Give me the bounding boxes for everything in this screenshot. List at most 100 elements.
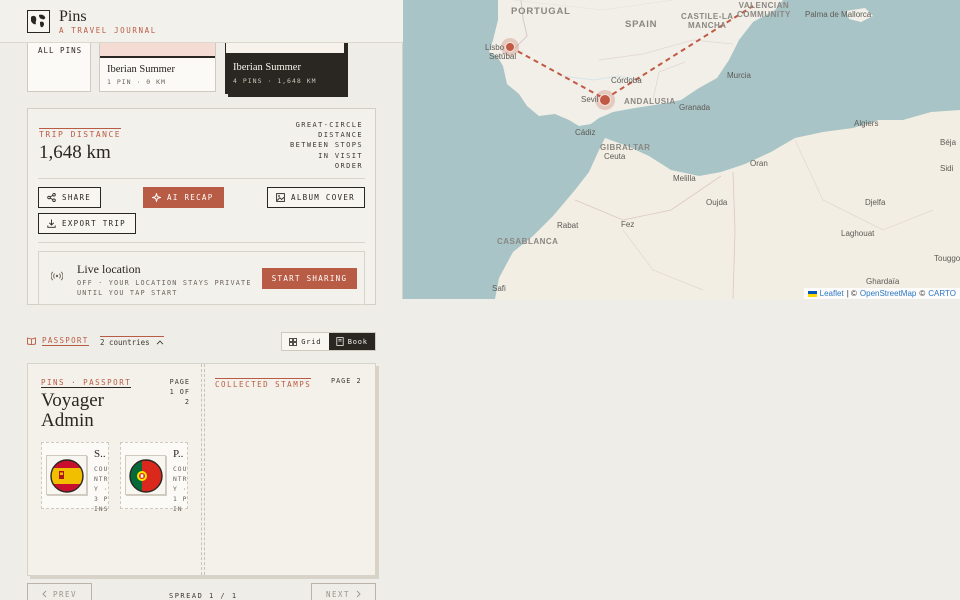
book-open-icon xyxy=(27,337,36,345)
chevron-left-icon xyxy=(42,590,47,598)
map-label: Setúbal xyxy=(489,52,517,61)
grid-icon xyxy=(289,337,298,346)
map-label: Palma de Mallorca xyxy=(805,10,872,19)
app-logo[interactable] xyxy=(27,10,50,33)
map-label: Melilla xyxy=(673,174,696,183)
stamp-country-name: S.. xyxy=(94,448,106,460)
map-label: Béja xyxy=(940,138,957,147)
live-location-card: Live location OFF · YOUR LOCATION STAYS … xyxy=(38,251,365,305)
carto-link[interactable]: CARTO xyxy=(928,289,956,298)
map-label: PORTUGAL xyxy=(511,6,571,17)
page-number: PAGE 2 xyxy=(331,377,362,385)
map-label: Granada xyxy=(679,103,711,112)
countries-count: 2 countries xyxy=(100,338,150,347)
chevron-right-icon xyxy=(356,590,361,598)
sidebar: ALL PINS Iberian Summer 1 PIN · 0 KM Ibe… xyxy=(0,0,403,600)
map-label: GIBRALTAR xyxy=(600,143,651,152)
map-label: Touggo xyxy=(934,254,960,263)
map-label: Sidi xyxy=(940,164,954,173)
trip-meta: 4 PINS · 1,648 KM xyxy=(233,77,317,85)
map-label: Laghouat xyxy=(841,229,875,238)
chevron-up-icon xyxy=(156,340,164,345)
app-title: Pins xyxy=(59,8,87,25)
trip-distance-panel: TRIP DISTANCE 1,648 km GREAT-CIRCLE DIST… xyxy=(27,108,376,305)
trip-name: Iberian Summer xyxy=(107,64,175,75)
view-grid-option[interactable]: Grid xyxy=(282,333,329,350)
country-stamp[interactable]: S.. COUNTRY · 3 PINS xyxy=(41,442,109,513)
book-icon xyxy=(336,337,344,346)
ai-recap-label: AI RECAP xyxy=(167,193,214,202)
trip-meta: 1 PIN · 0 KM xyxy=(107,78,166,86)
map-label: Fez xyxy=(621,220,635,229)
share-button[interactable]: SHARE xyxy=(38,187,101,208)
page-label: COLLECTED STAMPS xyxy=(215,378,312,389)
page-number: PAGE 1 OF 2 xyxy=(169,378,190,406)
map-label: Oujda xyxy=(706,198,728,207)
map-label: Cádiz xyxy=(575,128,596,137)
album-cover-button[interactable]: ALBUM COVER xyxy=(267,187,365,208)
divider xyxy=(38,242,365,243)
passport-view-toggle: Grid Book xyxy=(281,332,376,351)
country-stamp[interactable]: P.. COUNTRY · 1 PIN xyxy=(120,442,188,513)
map-label: SPAIN xyxy=(625,19,658,30)
stamp-seal xyxy=(46,455,87,495)
map-label: CASTILE-LA MANCHA xyxy=(681,12,734,30)
download-icon xyxy=(47,219,56,228)
countries-dropdown[interactable]: 2 countries xyxy=(100,336,164,347)
stamp-info: COUNTRY · 3 PINS xyxy=(94,466,109,513)
ukraine-flag-icon xyxy=(807,290,817,297)
stamp-country-name: P.. xyxy=(173,448,184,460)
leaflet-link[interactable]: Leaflet xyxy=(820,289,844,298)
book-spine xyxy=(201,364,205,575)
trip-distance-value: 1,648 km xyxy=(39,142,111,163)
live-location-title: Live location xyxy=(77,262,141,276)
app-subtitle: A TRAVEL JOURNAL xyxy=(59,26,157,35)
map-label: CASABLANCA xyxy=(497,237,559,246)
sparkle-icon xyxy=(152,193,161,202)
view-book-option[interactable]: Book xyxy=(328,333,375,350)
map-label: VALENCIAN COMMUNITY xyxy=(737,1,791,19)
osm-link[interactable]: OpenStreetMap xyxy=(860,289,916,298)
image-icon xyxy=(276,193,285,202)
share-label: SHARE xyxy=(62,193,92,202)
spread-indicator: SPREAD 1 / 1 xyxy=(169,592,238,600)
map-label: Djelfa xyxy=(865,198,886,207)
broadcast-icon xyxy=(51,271,63,281)
map-attribution: Leaflet | © OpenStreetMap © CARTO xyxy=(803,288,960,299)
map-label: Oran xyxy=(750,159,768,168)
passport-book: PINS · PASSPORT PAGE 1 OF 2 Voyager Admi… xyxy=(27,363,376,576)
next-page-button[interactable]: NEXT xyxy=(311,583,376,600)
map-label: Ghardaïa xyxy=(866,277,900,286)
map-label: Algiers xyxy=(854,119,879,128)
ai-recap-button[interactable]: AI RECAP xyxy=(143,187,224,208)
passport-tab[interactable]: PASSPORT xyxy=(27,336,89,346)
map-label: Murcia xyxy=(727,71,752,80)
map-label: Sevil xyxy=(581,95,599,104)
start-sharing-button[interactable]: START SHARING xyxy=(262,268,357,289)
map-label: Ceuta xyxy=(604,152,626,161)
map-label: Lisbo xyxy=(485,43,505,52)
map-label: Safi xyxy=(492,284,506,293)
page-label: PINS · PASSPORT xyxy=(41,378,132,388)
app-header: Pins A TRAVEL JOURNAL xyxy=(0,0,403,43)
export-trip-button[interactable]: EXPORT TRIP xyxy=(38,213,136,234)
all-pins-label: ALL PINS xyxy=(38,46,83,55)
spain-flag-icon xyxy=(50,459,84,493)
map-label: Rabat xyxy=(557,221,579,230)
map-label: Córdoba xyxy=(611,76,642,85)
album-cover-label: ALBUM COVER xyxy=(291,193,355,202)
passport-tab-label: PASSPORT xyxy=(42,336,89,346)
trip-distance-label: TRIP DISTANCE xyxy=(39,128,122,139)
stamp-seal xyxy=(125,455,166,495)
trip-name: Iberian Summer xyxy=(233,62,301,73)
trip-distance-description: GREAT-CIRCLE DISTANCE BETWEEN STOPS IN V… xyxy=(290,121,363,170)
live-location-description: OFF · YOUR LOCATION STAYS PRIVATE UNTIL … xyxy=(77,279,252,297)
share-icon xyxy=(47,193,56,202)
trip-map[interactable]: PORTUGAL SPAIN CASTILE-LA MANCHA VALENCI… xyxy=(403,0,960,299)
stamp-info: COUNTRY · 1 PIN xyxy=(173,466,188,513)
passport-owner: Voyager Admin xyxy=(41,390,104,431)
export-trip-label: EXPORT TRIP xyxy=(62,219,126,228)
divider xyxy=(38,178,365,179)
portugal-flag-icon xyxy=(129,459,163,493)
prev-page-button[interactable]: PREV xyxy=(27,583,92,600)
